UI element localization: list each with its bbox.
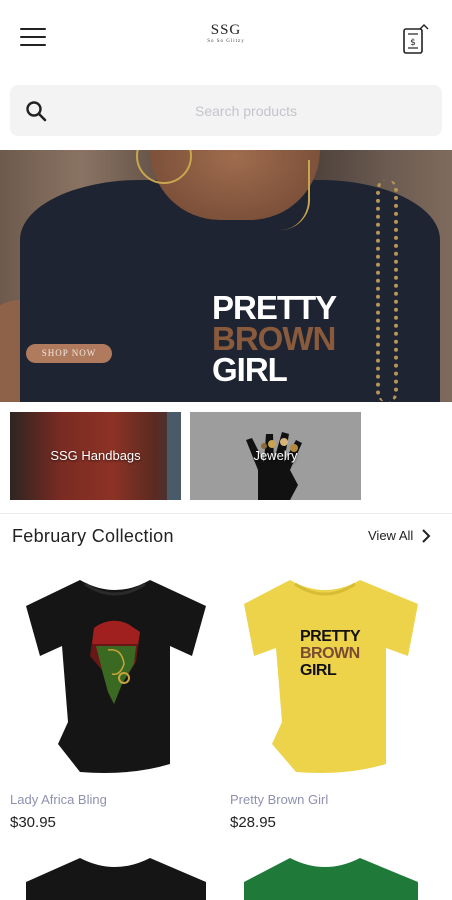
product-image[interactable] <box>10 850 220 900</box>
category-label: Jewelry <box>253 448 298 463</box>
print-line-2: BROWN <box>300 645 360 662</box>
logo-main: SSG <box>210 22 242 38</box>
product-print: PRETTY BROWN GIRL <box>300 628 361 679</box>
chevron-right-icon <box>422 528 431 543</box>
cart-icon[interactable]: $ <box>400 24 430 56</box>
jewelry-glove-image <box>246 432 302 500</box>
category-jewelry[interactable]: Jewelry <box>190 412 361 500</box>
section-title: February Collection <box>12 526 174 546</box>
product-card[interactable]: PRETTY BROWN GIRL Pretty Brown Girl $28.… <box>230 572 440 831</box>
hero-bag-chain <box>376 180 398 402</box>
category-label: SSG Handbags <box>50 448 141 463</box>
product-card[interactable]: Lady Africa Bling $30.95 <box>10 572 220 831</box>
svg-text:$: $ <box>410 38 416 48</box>
view-all-link[interactable]: View All <box>368 528 431 543</box>
logo[interactable]: SSG So So Glitzy <box>176 22 276 45</box>
product-name[interactable]: Lady Africa Bling <box>10 792 220 810</box>
hero-headline: PRETTY BROWN GIRL <box>212 289 337 388</box>
hero-line-1: PRETTY <box>212 289 337 326</box>
shop-now-button[interactable]: SHOP NOW <box>26 344 112 363</box>
section-divider <box>0 513 452 514</box>
menu-icon[interactable] <box>20 28 46 50</box>
product-price: $28.95 <box>230 814 276 831</box>
category-handbags[interactable]: SSG Handbags <box>10 412 181 500</box>
search-bar[interactable] <box>10 85 442 136</box>
search-input[interactable] <box>66 85 426 136</box>
product-image[interactable] <box>230 850 440 900</box>
hero-line-3: GIRL <box>212 351 288 388</box>
app-header: SSG So So Glitzy $ <box>0 0 452 80</box>
product-image[interactable]: PRETTY BROWN GIRL <box>230 572 440 782</box>
hero-line-2: BROWN <box>212 320 336 357</box>
logo-sub: So So Glitzy <box>207 39 245 44</box>
view-all-label: View All <box>368 528 414 543</box>
print-line-3: GIRL <box>300 662 337 679</box>
product-card[interactable] <box>10 850 220 900</box>
search-icon[interactable] <box>24 99 48 123</box>
print-line-1: PRETTY <box>300 628 361 645</box>
product-card[interactable] <box>230 850 440 900</box>
product-image[interactable] <box>10 572 220 782</box>
product-name[interactable]: Pretty Brown Girl <box>230 792 440 810</box>
product-price: $30.95 <box>10 814 56 831</box>
